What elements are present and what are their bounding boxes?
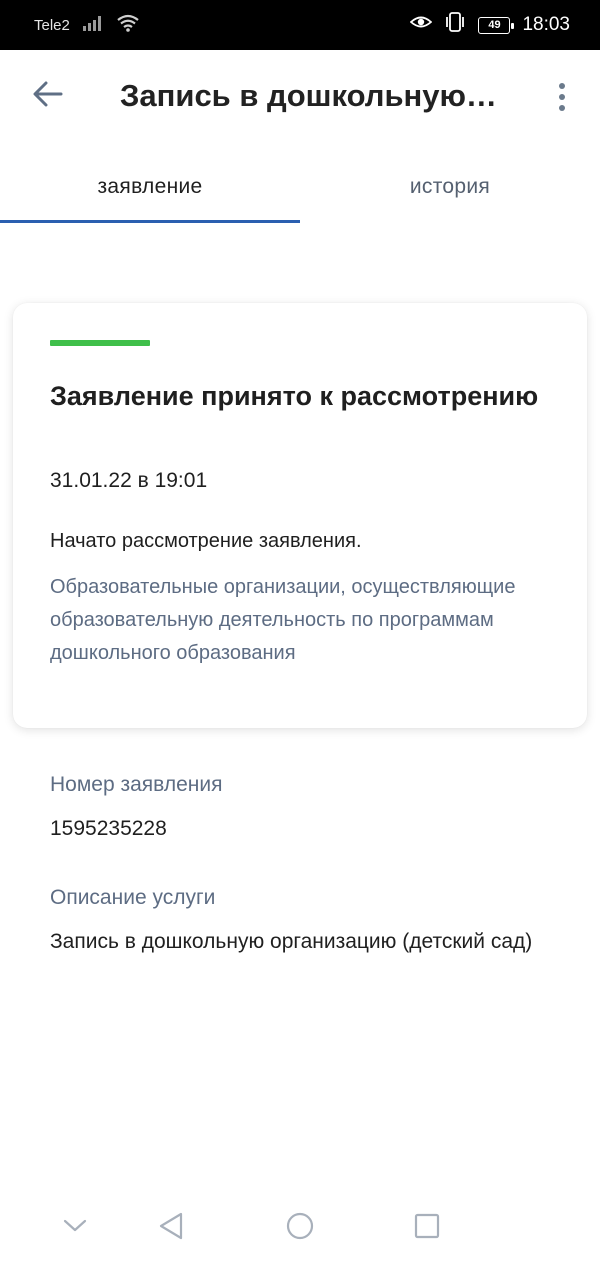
- status-message: Начато рассмотрение заявления.: [50, 530, 362, 552]
- application-number-label: Номер заявления: [50, 773, 223, 796]
- tab-history[interactable]: история: [300, 150, 600, 223]
- status-title: Заявление принято к рассмотрению: [50, 381, 539, 411]
- service-description-value: Запись в дошкольную организацию (детский…: [50, 930, 533, 953]
- chevron-down-icon[interactable]: [57, 1208, 93, 1244]
- battery-level: 49: [488, 19, 501, 31]
- application-number-value: 1595235228: [50, 817, 167, 840]
- organization-text: Образовательные организации, осуществляю…: [50, 576, 516, 664]
- signal-icon: [82, 15, 104, 35]
- system-nav-bar: [0, 1194, 600, 1266]
- tab-bar: заявление история: [0, 150, 600, 223]
- home-circle-icon[interactable]: [282, 1208, 318, 1244]
- tab-label: заявление: [97, 174, 203, 198]
- eye-icon: [410, 14, 433, 36]
- recents-square-icon[interactable]: [409, 1208, 445, 1244]
- tab-label: история: [409, 174, 491, 198]
- back-button[interactable]: [30, 78, 66, 114]
- page-title: Запись в дошкольную…: [120, 78, 497, 113]
- tab-application[interactable]: заявление: [0, 150, 300, 223]
- status-datetime: 31.01.22 в 19:01: [50, 469, 208, 492]
- clock: 18:03: [522, 14, 570, 35]
- more-vertical-icon[interactable]: [550, 80, 574, 114]
- active-tab-indicator: [0, 220, 300, 223]
- carrier-name: Tele2: [34, 16, 70, 34]
- back-triangle-icon[interactable]: [153, 1208, 189, 1244]
- battery-icon: 49: [478, 16, 515, 34]
- wifi-icon: [116, 14, 140, 36]
- arrow-left-icon: [33, 81, 63, 112]
- app-bar: Запись в дошкольную…: [0, 50, 600, 145]
- status-card: Заявление принято к рассмотрению 31.01.2…: [13, 303, 587, 728]
- status-indicator: [50, 340, 150, 346]
- vibrate-icon: [444, 12, 466, 38]
- service-description-label: Описание услуги: [50, 886, 216, 909]
- status-bar: Tele2 49 18:03: [0, 0, 600, 50]
